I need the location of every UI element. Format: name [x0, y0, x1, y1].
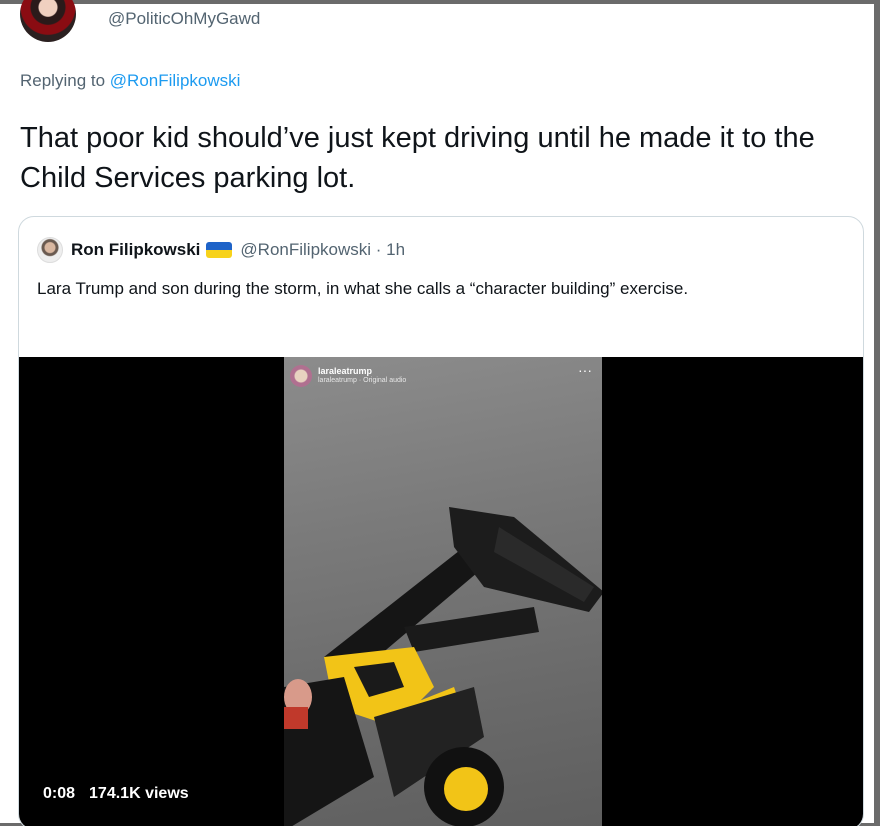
- video-views: 174.1K views: [89, 785, 189, 802]
- author-handle[interactable]: @PoliticOhMyGawd: [108, 9, 260, 29]
- instagram-audio-label: laraleatrump · Original audio: [318, 377, 407, 384]
- quoted-author-handle-time: @RonFilipkowski · 1h: [240, 240, 406, 259]
- more-dots-icon: ···: [578, 362, 592, 378]
- replying-to-link[interactable]: @RonFilipkowski: [110, 71, 241, 90]
- instagram-avatar: [290, 365, 312, 387]
- tweet-screenshot: @PoliticOhMyGawd Replying to @RonFilipko…: [0, 0, 880, 826]
- toy-excavator-illustration: [284, 507, 602, 826]
- ukraine-flag-icon: [206, 242, 233, 258]
- author-avatar[interactable]: [20, 0, 76, 42]
- quoted-tweet-header: Ron Filipkowski @RonFilipkowski · 1h: [37, 237, 405, 263]
- quoted-author-avatar[interactable]: [37, 237, 63, 263]
- tweet-text: That poor kid should’ve just kept drivin…: [20, 122, 815, 194]
- video-time: 0:08: [43, 785, 76, 802]
- instagram-overlay: laraleatrump laraleatrump · Original aud…: [290, 365, 406, 387]
- video-frame: laraleatrump laraleatrump · Original aud…: [284, 357, 602, 826]
- replying-prefix: Replying to: [20, 71, 106, 90]
- replying-to-line: Replying to @RonFilipkowski: [20, 71, 240, 91]
- video-stats: 0:08 174.1K views: [43, 785, 189, 803]
- quoted-tweet-card[interactable]: Ron Filipkowski @RonFilipkowski · 1h Lar…: [18, 216, 864, 826]
- quoted-author-name[interactable]: Ron Filipkowski: [71, 240, 200, 260]
- video-player[interactable]: laraleatrump laraleatrump · Original aud…: [19, 357, 863, 826]
- quoted-tweet-text: Lara Trump and son during the storm, in …: [37, 279, 689, 298]
- instagram-username: laraleatrump: [318, 366, 373, 376]
